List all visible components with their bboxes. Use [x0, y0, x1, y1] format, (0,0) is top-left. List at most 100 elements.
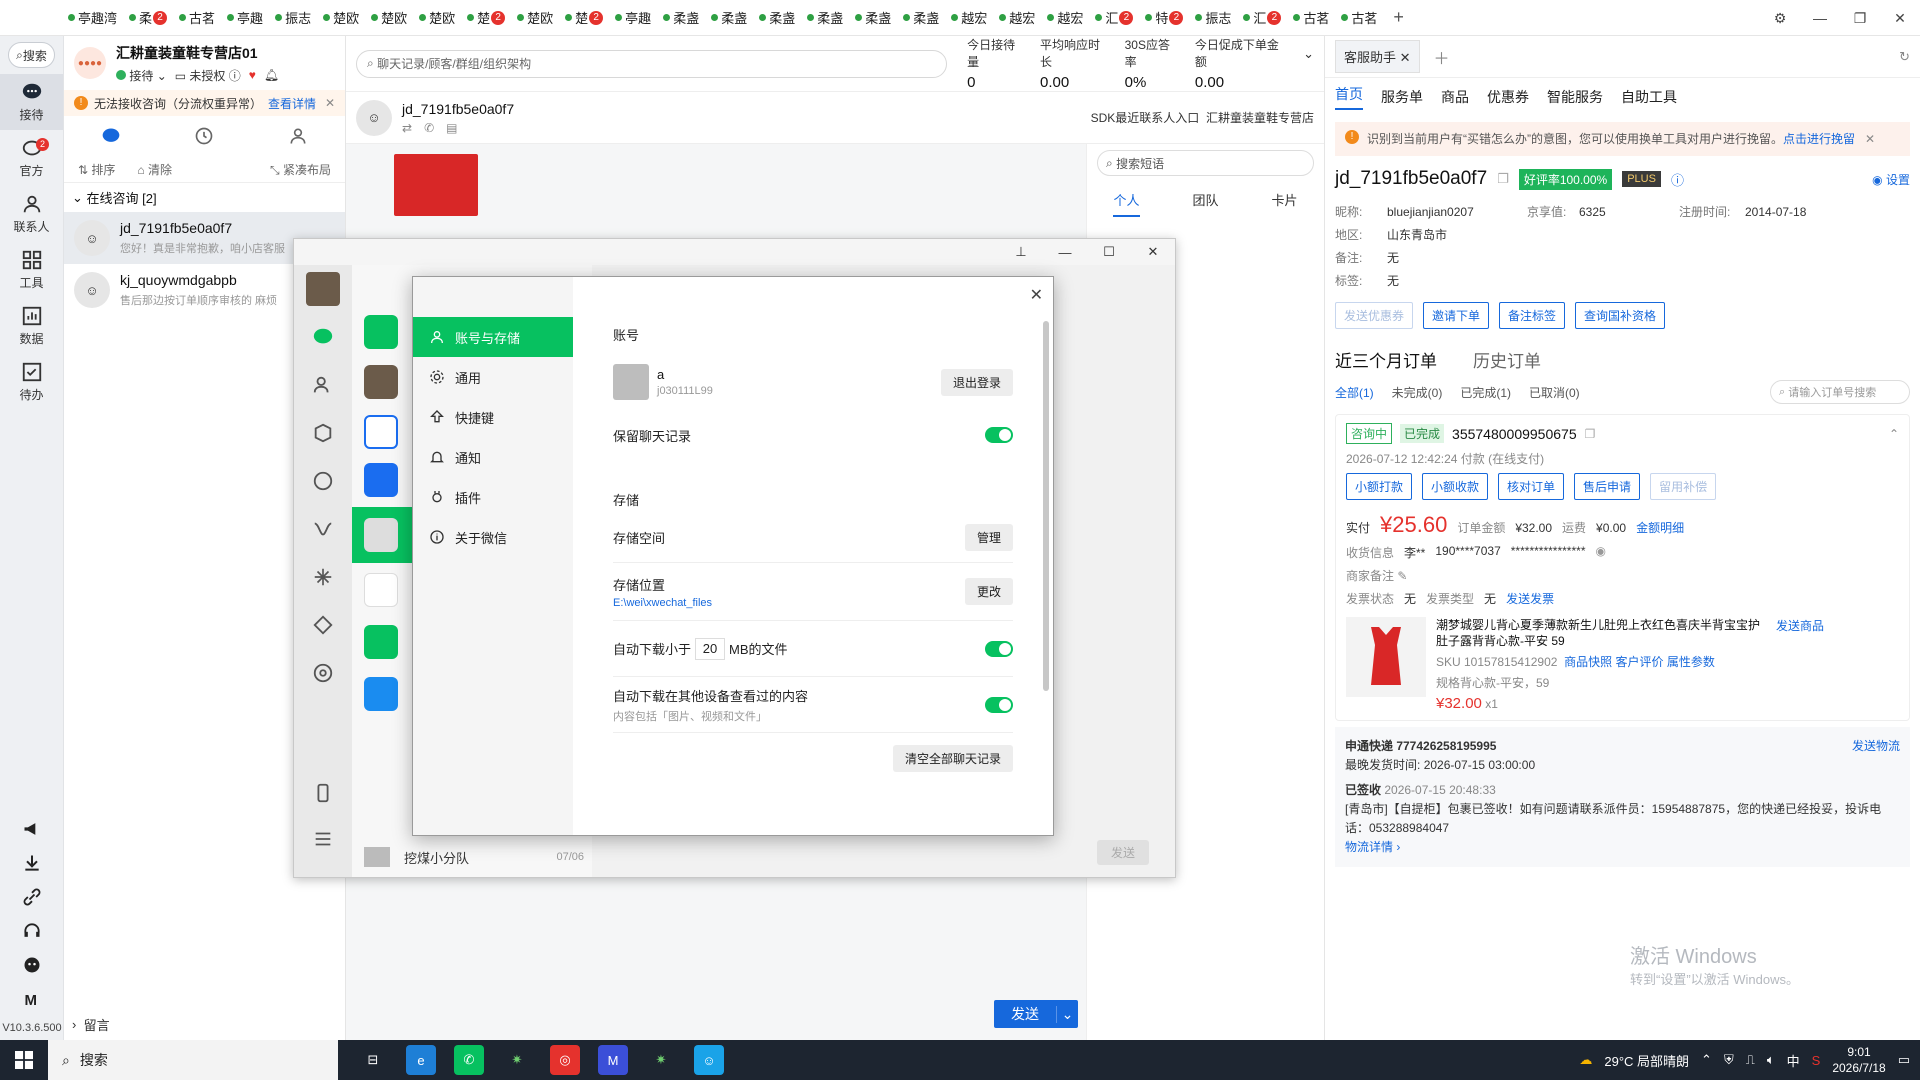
- subsidy-query-button[interactable]: 查询国补资格: [1575, 302, 1666, 329]
- wechat-phone-tab[interactable]: [294, 769, 352, 817]
- send-invoice-link[interactable]: 发送发票: [1506, 590, 1554, 607]
- app-star-icon[interactable]: ✷: [646, 1045, 676, 1075]
- manage-storage-button[interactable]: 管理: [964, 524, 1013, 551]
- send-logistics-link[interactable]: 发送物流: [1852, 737, 1900, 756]
- bell-icon[interactable]: 🔔︎: [264, 68, 279, 82]
- taskbar-search[interactable]: ⌕ 搜索: [48, 1040, 338, 1080]
- after-sale-button[interactable]: 售后申请: [1574, 473, 1641, 500]
- storage-path[interactable]: E:\wei\xwechat_files: [613, 597, 712, 609]
- settings-menu-about[interactable]: 关于微信: [413, 517, 573, 557]
- shop-tab[interactable]: 振志: [1189, 0, 1237, 36]
- close-icon[interactable]: ✕: [1030, 285, 1043, 305]
- notification-icon[interactable]: ▭: [1898, 1052, 1910, 1068]
- m-logo-icon[interactable]: M: [22, 989, 42, 1009]
- antivirus-icon[interactable]: S: [1812, 1053, 1821, 1068]
- wechat-avatar[interactable]: [294, 265, 352, 313]
- chat-list-item[interactable]: [364, 365, 398, 399]
- shop-tab[interactable]: 柔盏: [849, 0, 897, 36]
- clear-button[interactable]: ⌂ 清除: [137, 161, 172, 178]
- filter-all[interactable]: 全部(1): [1335, 384, 1374, 401]
- heart-icon[interactable]: ♥: [249, 68, 256, 82]
- intent-notice-link[interactable]: 点击进行挽留: [1783, 132, 1855, 146]
- minimize-button[interactable]: —: [1800, 10, 1840, 26]
- chat-list-item[interactable]: [364, 625, 398, 659]
- rail-item-data[interactable]: 数据: [0, 298, 63, 354]
- shop-tab[interactable]: 楚2: [461, 0, 511, 36]
- shop-tab[interactable]: 亭趣: [221, 0, 269, 36]
- wechat-chats-tab[interactable]: [294, 313, 352, 361]
- download-icon[interactable]: [22, 853, 42, 873]
- leave-message-section[interactable]: › 留言: [64, 1012, 345, 1036]
- wechat-icon[interactable]: ✆: [454, 1045, 484, 1075]
- app-star-icon[interactable]: ✷: [502, 1045, 532, 1075]
- logout-button[interactable]: 退出登录: [940, 368, 1013, 396]
- shop-tab[interactable]: 柔盏: [753, 0, 801, 36]
- settings-icon[interactable]: ⚙: [1760, 10, 1800, 27]
- wechat-moments-tab[interactable]: [294, 457, 352, 505]
- refresh-icon[interactable]: ↻: [1899, 49, 1910, 65]
- rail-item-contacts[interactable]: 联系人: [0, 186, 63, 242]
- rail-search-button[interactable]: ⌕ 搜索: [8, 42, 55, 68]
- filter-unfinished[interactable]: 未完成(0): [1392, 384, 1443, 401]
- shop-tab[interactable]: 振志: [269, 0, 317, 36]
- settings-menu-account[interactable]: 账号与存储: [413, 317, 573, 357]
- weather-text[interactable]: 29°C 局部晴朗: [1604, 1051, 1689, 1070]
- volume-icon[interactable]: 🔈︎: [1767, 1052, 1775, 1068]
- snapshot-link[interactable]: 商品快照: [1564, 655, 1612, 669]
- assistant-tab[interactable]: 客服助手 ✕: [1335, 40, 1420, 73]
- close-icon[interactable]: ✕: [325, 96, 335, 110]
- minimize-button[interactable]: —: [1043, 245, 1087, 260]
- shop-tab[interactable]: 越宏: [945, 0, 993, 36]
- wechat-menu-button[interactable]: [294, 815, 352, 863]
- tab-personal[interactable]: 个人: [1113, 190, 1140, 217]
- nav-service-orders[interactable]: 服务单: [1381, 87, 1423, 107]
- shop-tab[interactable]: 古茗: [1287, 0, 1335, 36]
- close-button[interactable]: ✕: [1131, 244, 1175, 260]
- shop-tab[interactable]: 柔盏: [705, 0, 753, 36]
- rail-item-official[interactable]: 2 官方: [0, 130, 63, 186]
- maximize-button[interactable]: ☐: [1087, 244, 1131, 260]
- settings-menu-notifications[interactable]: 通知: [413, 437, 573, 477]
- settings-menu-shortcuts[interactable]: 快捷键: [413, 397, 573, 437]
- change-location-button[interactable]: 更改: [964, 578, 1013, 605]
- megaphone-icon[interactable]: [22, 819, 42, 839]
- shop-tab[interactable]: 越宏: [993, 0, 1041, 36]
- shop-tab[interactable]: 古茗: [173, 0, 221, 36]
- warning-detail-link[interactable]: 查看详情: [268, 95, 316, 112]
- edge-icon[interactable]: e: [406, 1045, 436, 1075]
- nav-self-tools[interactable]: 自助工具: [1621, 87, 1677, 107]
- shop-tab[interactable]: 汇2: [1089, 0, 1139, 36]
- compact-layout-button[interactable]: ⤡ 紧凑布局: [270, 161, 331, 178]
- ime-indicator[interactable]: 中: [1787, 1051, 1800, 1070]
- current-chats-icon[interactable]: [101, 126, 121, 146]
- nav-coupons[interactable]: 优惠券: [1487, 87, 1529, 107]
- shop-tab[interactable]: 楚2: [559, 0, 609, 36]
- shop-tab[interactable]: 楚欧: [317, 0, 365, 36]
- pin-icon[interactable]: ⊥: [999, 244, 1043, 260]
- auto-download-other-toggle[interactable]: [985, 696, 1013, 713]
- logistics-detail-link[interactable]: 物流详情 ›: [1345, 838, 1900, 857]
- auto-download-size-input[interactable]: 20: [695, 637, 726, 660]
- settings-menu-general[interactable]: 通用: [413, 357, 573, 397]
- eye-icon[interactable]: ◉: [1595, 544, 1605, 561]
- shield-icon[interactable]: ⛨: [1724, 1052, 1734, 1068]
- wechat-favorites-tab[interactable]: [294, 409, 352, 457]
- settings-menu-plugins[interactable]: 插件: [413, 477, 573, 517]
- app-m-icon[interactable]: M: [598, 1045, 628, 1075]
- app-red-icon[interactable]: ◎: [550, 1045, 580, 1075]
- chevron-up-icon[interactable]: ⌃: [1889, 427, 1899, 441]
- wechat-search-tab[interactable]: [294, 553, 352, 601]
- small-collect-button[interactable]: 小额收款: [1422, 473, 1489, 500]
- note-icon[interactable]: ▤: [446, 121, 457, 135]
- shop-tab[interactable]: 亭趣湾: [62, 0, 123, 36]
- check-order-button[interactable]: 核对订单: [1498, 473, 1565, 500]
- taskbar-clock[interactable]: 9:01 2026/7/18: [1832, 1044, 1885, 1076]
- invite-order-button[interactable]: 邀请下单: [1423, 302, 1490, 329]
- add-tab-icon[interactable]: +: [1393, 7, 1404, 28]
- copy-icon[interactable]: ❐: [1497, 171, 1509, 187]
- auth-status[interactable]: ▭ 未授权 ⓘ: [175, 67, 241, 84]
- wechat-miniprogram-tab[interactable]: [294, 601, 352, 649]
- shop-tab[interactable]: 楚欧: [365, 0, 413, 36]
- start-button[interactable]: [0, 1051, 48, 1069]
- clock-icon[interactable]: [194, 126, 214, 146]
